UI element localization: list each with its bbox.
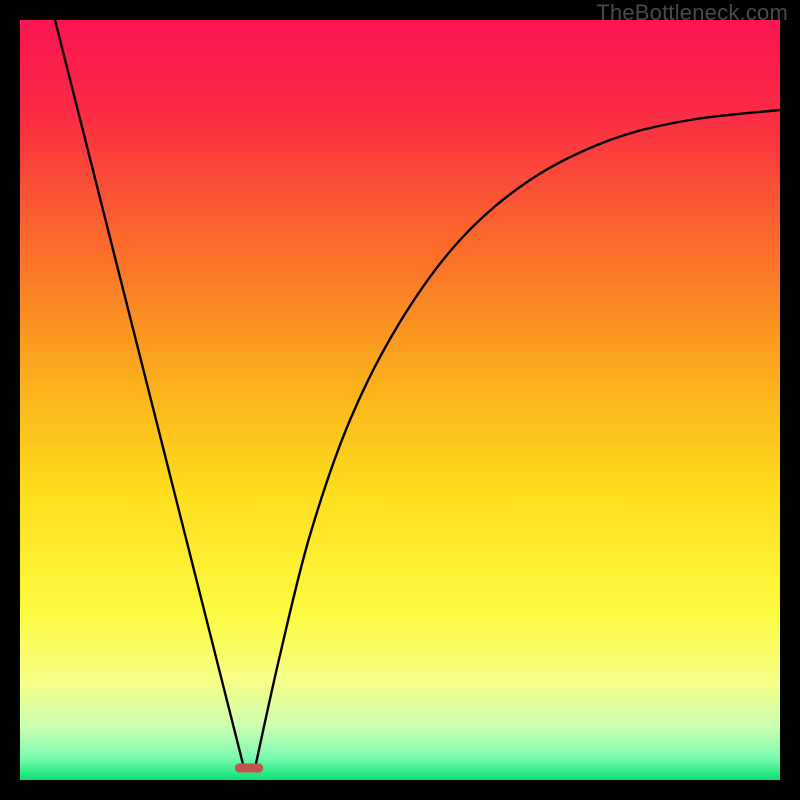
chart-frame: [20, 20, 780, 780]
chart-canvas: [20, 20, 780, 780]
minimum-marker: [235, 764, 263, 773]
gradient-background: [20, 20, 780, 780]
watermark-text: TheBottleneck.com: [596, 0, 788, 26]
